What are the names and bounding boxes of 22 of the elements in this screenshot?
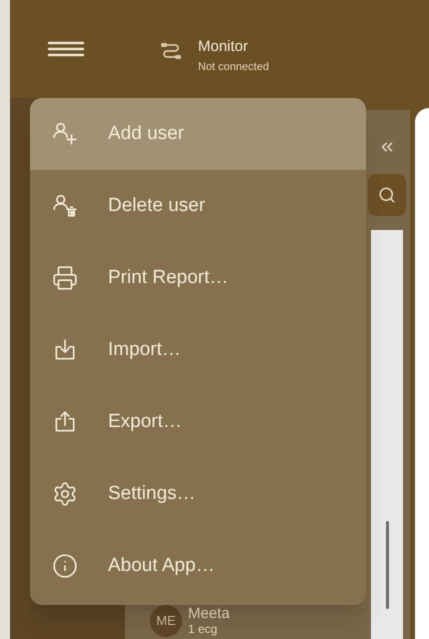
search-button[interactable]	[368, 174, 406, 216]
menu-item[interactable]: Settings…	[30, 458, 366, 530]
user-name: Meeta	[188, 606, 230, 622]
menu-item[interactable]: About App…	[30, 530, 366, 602]
add-user-icon	[52, 121, 78, 147]
menu-item[interactable]: Export…	[30, 386, 366, 458]
menu-item[interactable]: Delete user	[30, 170, 366, 242]
printer-icon	[52, 265, 78, 291]
user-avatar: ME	[150, 605, 182, 637]
scrollbar-thumb[interactable]	[386, 521, 388, 609]
delete-user-icon	[52, 193, 78, 219]
search-icon	[378, 186, 396, 204]
menu-item[interactable]: Import…	[30, 314, 366, 386]
menu-item[interactable]: Add user	[30, 98, 366, 170]
user-detail: 1 ecg	[188, 622, 218, 636]
cable-icon	[160, 42, 182, 60]
settings-icon	[52, 481, 78, 507]
connection-status: Not connected	[198, 60, 269, 74]
menu-item[interactable]: Print Report…	[30, 242, 366, 314]
menu-icon	[47, 41, 85, 57]
device-title: Monitor	[198, 38, 250, 56]
info-icon	[52, 553, 78, 579]
